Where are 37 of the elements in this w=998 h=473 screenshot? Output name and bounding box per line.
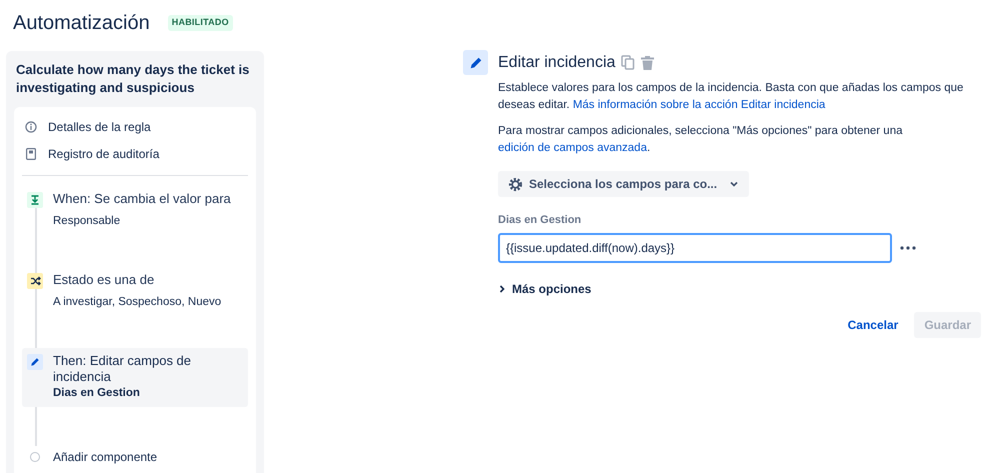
info-icon (25, 120, 37, 132)
rule-step[interactable]: Estado es una de A investigar, Sospechoso, Nuevo (22, 267, 248, 316)
step-detail: Dias en Gestion (53, 386, 141, 400)
formula-field[interactable]: {{issue.updated.diff(now).days}} (498, 232, 892, 262)
rule-step[interactable]: When: Se cambia el valor para Responsable (22, 186, 248, 236)
document-icon (26, 148, 36, 160)
pencil-icon (30, 356, 40, 366)
description-text: Para mostrar campos adicionales, selecciona "Más opciones" para obtener una edición de campos avanzada. (498, 124, 904, 156)
page-title: Automatización (13, 11, 150, 36)
sidebar-menu-item[interactable]: Registro de auditoría (22, 140, 248, 167)
pencil-icon (468, 56, 482, 70)
step-detail: A investigar, Sospechoso, Nuevo (53, 295, 222, 310)
copy-icon[interactable] (621, 55, 636, 70)
gear-icon (508, 176, 523, 192)
shuffle-icon (30, 276, 40, 286)
rule-step[interactable]: Then: Editar campos de incidencia Dias en Gestion (22, 348, 248, 407)
trigger-icon (30, 195, 40, 205)
description-text: Establece valores para los campos de la incidencia. Basta con que añadas los campos que deseas editar. Más información sobre la acción Editar incidencia (498, 81, 964, 113)
add-component-item[interactable]: Añadir componente (22, 444, 248, 469)
step-title: Then: Editar campos de incidencia (53, 352, 192, 384)
step-detail: Responsable (53, 214, 122, 229)
step-title: When: Se cambia el valor para (53, 191, 231, 207)
more-options-toggle[interactable]: Más opciones (498, 280, 592, 298)
cancel-button[interactable]: Cancelar (838, 312, 908, 338)
status-badge: HABILITADO (168, 15, 233, 31)
chevron-right-icon (498, 284, 506, 294)
field-label: Dias en Gestion (498, 213, 582, 228)
rule-name: Calculate how many days the ticket is investigating and suspicious (15, 61, 250, 97)
chevron-down-icon (729, 179, 740, 189)
more-icon[interactable] (900, 246, 916, 250)
help-link[interactable]: Más información sobre la acción Editar incidencia (572, 99, 826, 111)
sidebar-menu-item[interactable]: Detalles de la regla (22, 113, 248, 140)
step-title: Estado es una de (53, 272, 156, 288)
field-picker[interactable]: Selecciona los campos para co... (498, 171, 750, 197)
editor-title: Editar incidencia (498, 52, 616, 72)
trash-icon[interactable] (641, 56, 654, 70)
help-link[interactable]: edición de campos avanzada (498, 142, 647, 154)
